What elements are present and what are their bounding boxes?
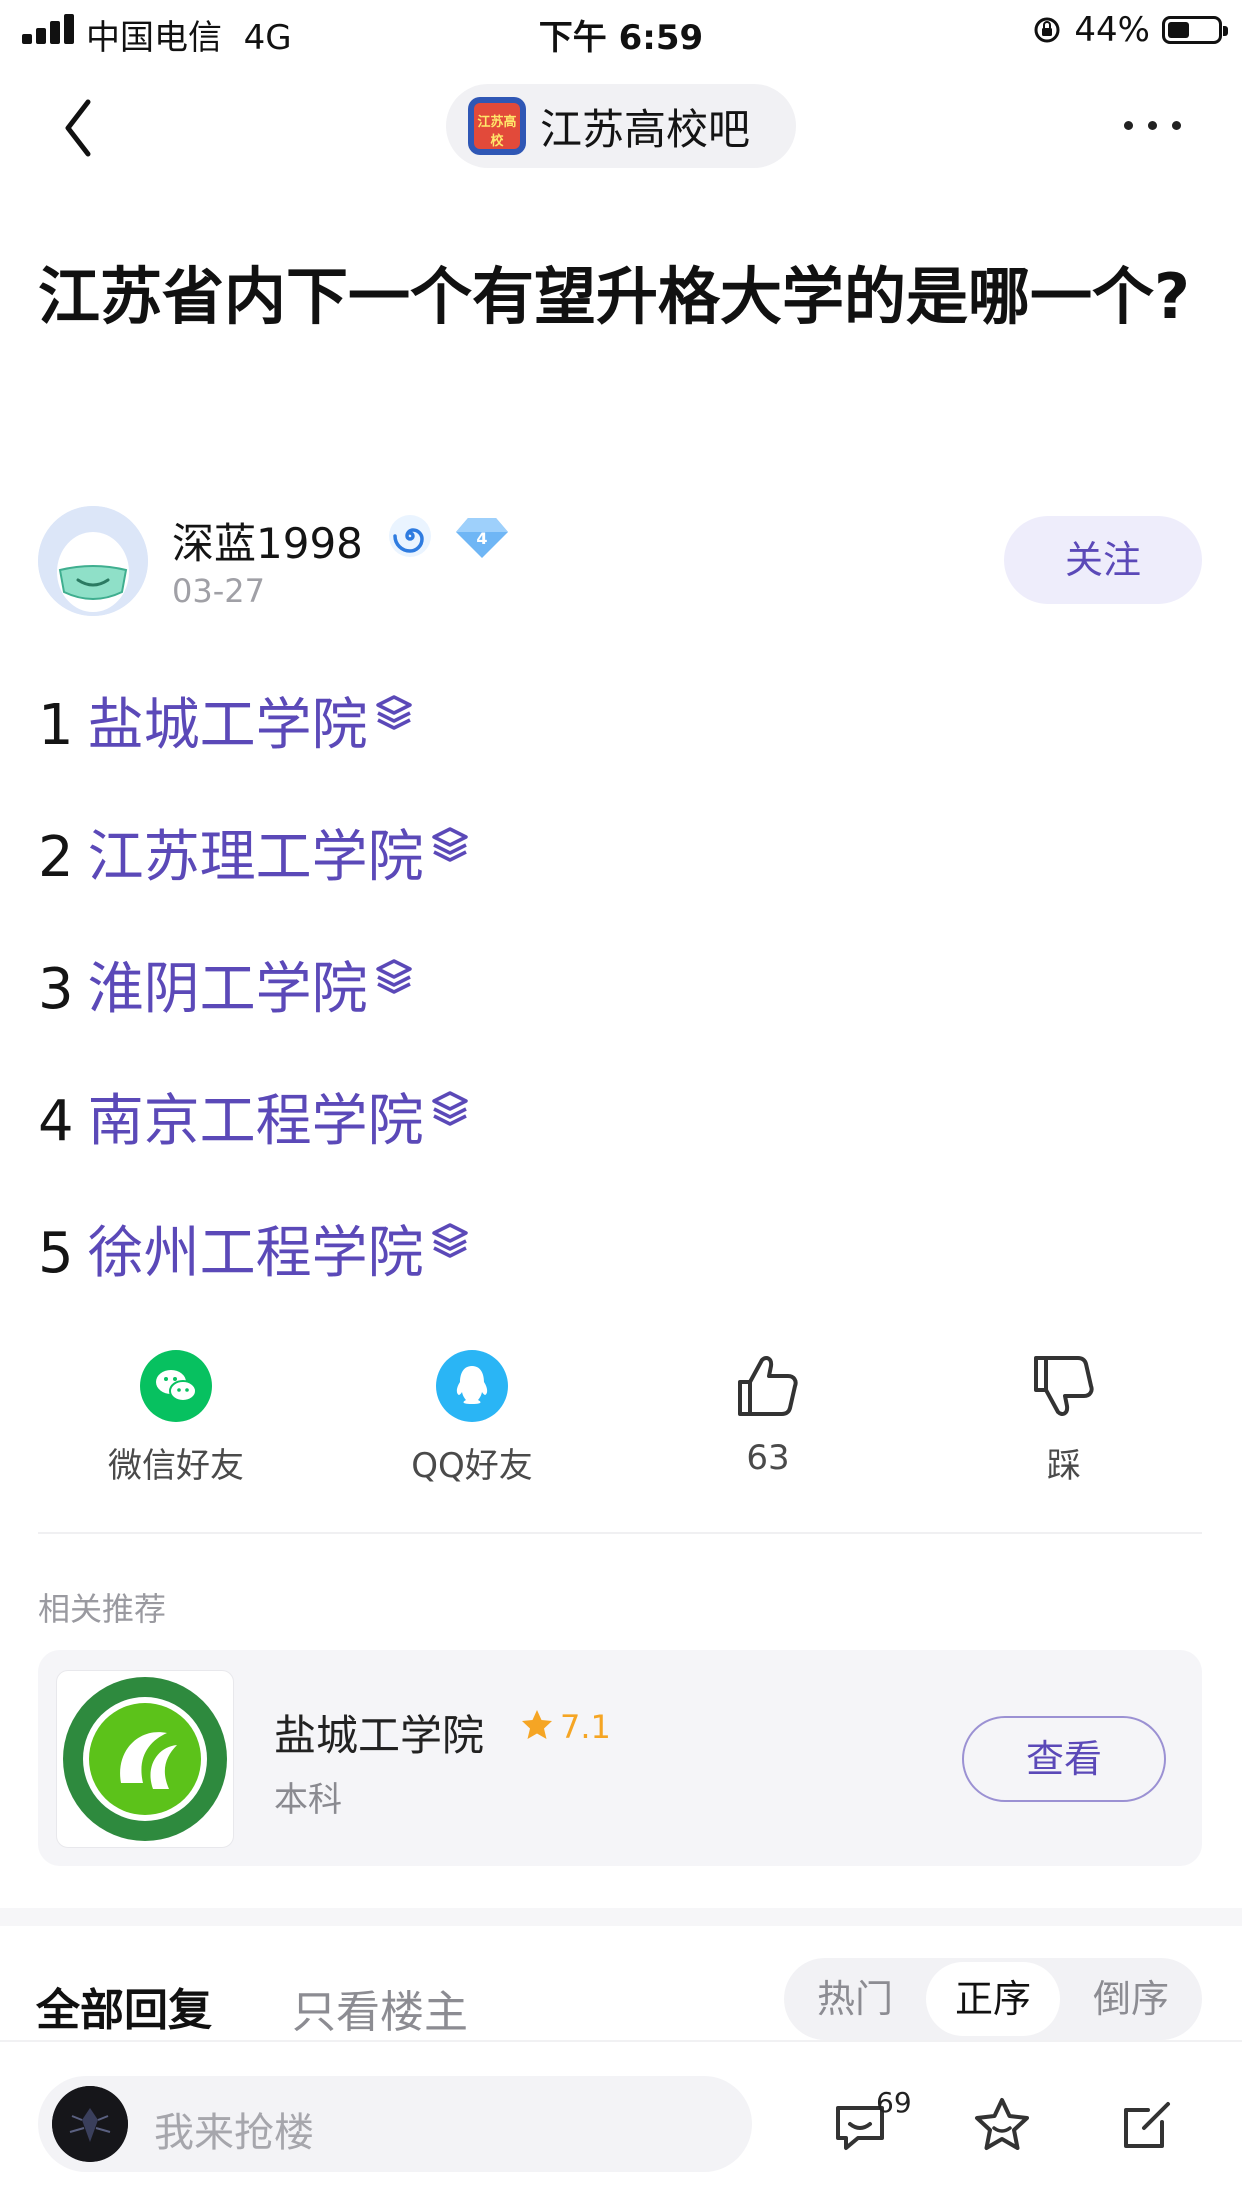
tab-only-op[interactable]: 只看楼主: [292, 1976, 468, 2040]
battery-icon: [1162, 16, 1228, 44]
star-icon: [522, 1710, 552, 1739]
college-link[interactable]: 南京工程学院: [88, 1082, 424, 1162]
layers-icon: [375, 695, 412, 730]
recommend-score: 7.1: [560, 1708, 611, 1746]
list-item: 4 南京工程学院: [38, 1082, 470, 1162]
divider: [38, 1532, 1202, 1534]
section-divider: [0, 1908, 1242, 1926]
list-item: 1 盐城工学院: [38, 686, 414, 766]
rotation-lock-icon: [1034, 17, 1060, 43]
battery-percent: 44%: [1074, 10, 1150, 50]
sort-descending[interactable]: 倒序: [1064, 1962, 1198, 2036]
layers-icon: [431, 827, 468, 862]
back-icon[interactable]: [56, 92, 106, 164]
college-link[interactable]: 盐城工学院: [88, 686, 368, 766]
college-link[interactable]: 淮阴工学院: [88, 950, 368, 1030]
wechat-label: 微信好友: [108, 1446, 244, 1486]
qq-icon: [436, 1350, 508, 1422]
qq-label: QQ好友: [411, 1446, 533, 1486]
dislike-label: 踩: [1047, 1446, 1081, 1486]
layers-icon: [431, 1223, 468, 1258]
view-button[interactable]: 查看: [962, 1716, 1166, 1802]
sort-ascending[interactable]: 正序: [926, 1962, 1060, 2036]
college-logo: [56, 1670, 234, 1848]
list-item: 3 淮阴工学院: [38, 950, 414, 1030]
level-badge-icon: 4: [456, 518, 508, 558]
recommend-subtitle: 本科: [274, 1780, 342, 1820]
section-label: 相关推荐: [38, 1590, 167, 1628]
college-link[interactable]: 徐州工程学院: [88, 1214, 424, 1294]
list-number: 2: [38, 825, 74, 890]
forum-header-pill[interactable]: 江苏高校 江苏高校吧: [446, 84, 796, 168]
college-link[interactable]: 江苏理工学院: [88, 818, 424, 898]
forum-logo-text: 江苏高校: [477, 115, 517, 149]
status-bar: 中国电信 4G 下午 6:59 44%: [0, 0, 1242, 60]
wechat-icon: [140, 1350, 212, 1422]
dislike-button[interactable]: 踩: [944, 1348, 1184, 1486]
thumbs-down-icon: [1034, 1356, 1094, 1416]
share-wechat-button[interactable]: 微信好友: [56, 1348, 296, 1486]
favorite-star-icon[interactable]: [970, 2094, 1034, 2158]
comment-count: 69: [876, 2086, 912, 2119]
post-title: 江苏省内下一个有望升格大学的是哪一个?: [38, 260, 1190, 333]
recommend-card[interactable]: 盐城工学院 7.1 本科 查看: [38, 1650, 1202, 1866]
forum-logo-icon: 江苏高校: [468, 97, 526, 155]
reply-placeholder: 我来抢楼: [154, 2110, 314, 2156]
level-number: 4: [476, 529, 487, 548]
tab-all-replies[interactable]: 全部回复: [36, 1974, 212, 2038]
post-date: 03-27: [172, 572, 265, 610]
author-name[interactable]: 深蓝1998: [172, 510, 363, 571]
more-options-icon[interactable]: [1118, 110, 1188, 140]
sort-hot[interactable]: 热门: [788, 1962, 922, 2036]
recommend-title: 盐城工学院: [274, 1711, 485, 1760]
list-number: 3: [38, 957, 74, 1022]
author-avatar[interactable]: [38, 506, 148, 616]
list-item: 2 江苏理工学院: [38, 818, 470, 898]
like-count: 63: [746, 1438, 790, 1478]
list-item: 5 徐州工程学院: [38, 1214, 470, 1294]
follow-button[interactable]: 关注: [1004, 516, 1202, 604]
list-number: 4: [38, 1089, 74, 1154]
thumbs-up-icon: [738, 1356, 798, 1416]
battery-level: [1168, 22, 1189, 38]
share-qq-button[interactable]: QQ好友: [352, 1348, 592, 1486]
bottom-bar: 我来抢楼 69: [0, 2040, 1242, 2210]
reply-input[interactable]: 我来抢楼: [38, 2076, 752, 2172]
like-button[interactable]: 63: [648, 1348, 888, 1478]
forum-name: 江苏高校吧: [540, 104, 751, 154]
user-avatar: [52, 2086, 128, 2162]
list-number: 1: [38, 693, 74, 758]
spiral-badge-icon: [389, 515, 431, 557]
layers-icon: [375, 959, 412, 994]
list-number: 5: [38, 1221, 74, 1286]
share-icon[interactable]: [1114, 2094, 1178, 2158]
layers-icon: [431, 1091, 468, 1126]
sort-toggle: 热门 正序 倒序: [784, 1958, 1202, 2040]
